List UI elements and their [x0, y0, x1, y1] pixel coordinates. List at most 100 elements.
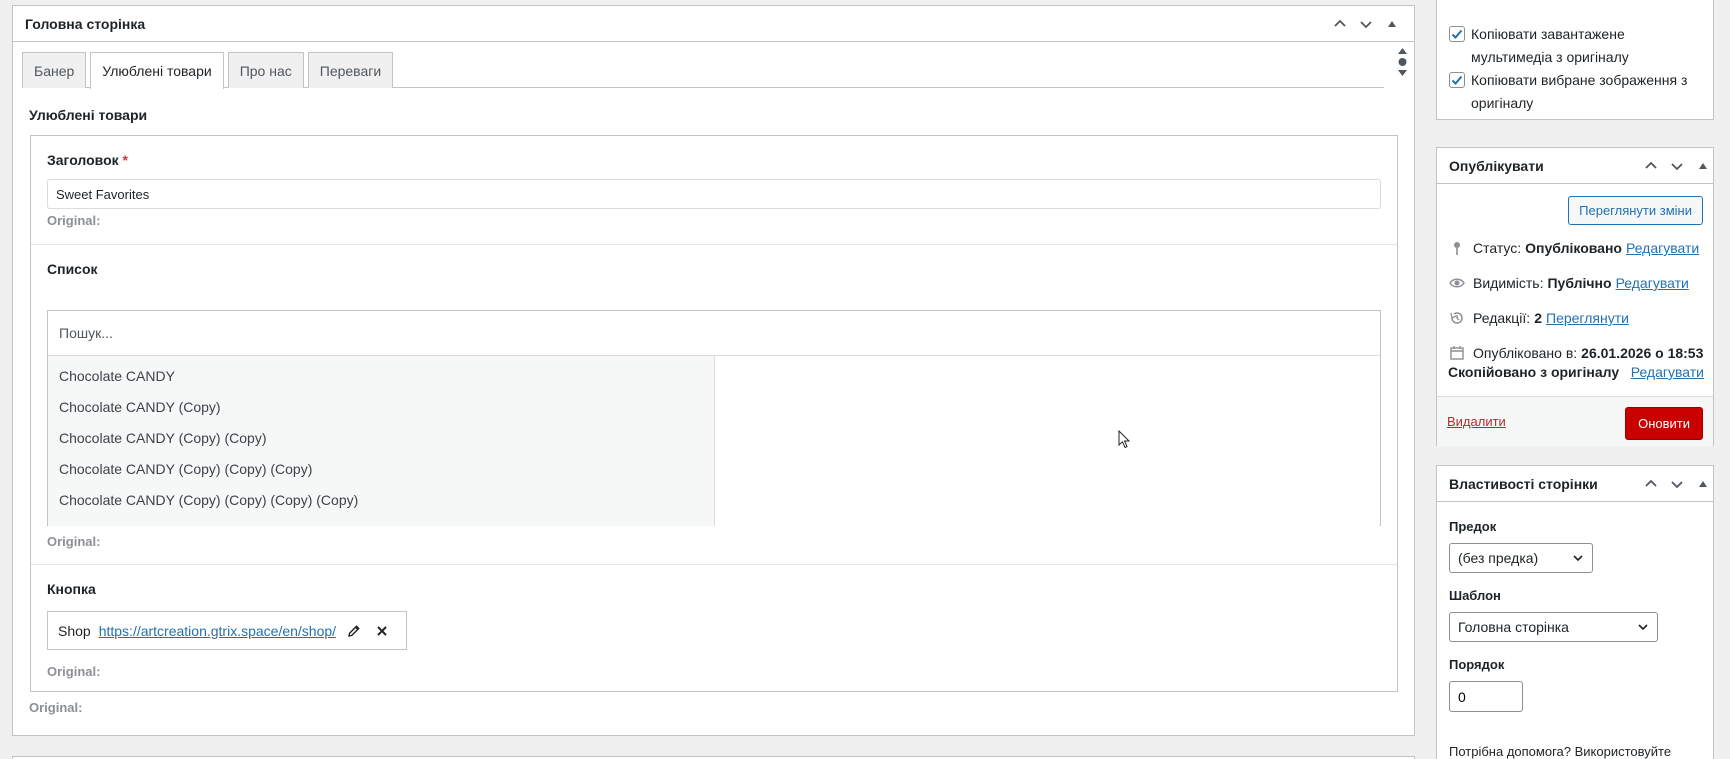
- template-label: Шаблон: [1449, 588, 1501, 603]
- visibility-row: Видимість: Публічно Редагувати: [1447, 273, 1689, 293]
- tab-advantages[interactable]: Переваги: [307, 52, 394, 88]
- list-item[interactable]: Chocolate CANDY (Copy) (Copy): [48, 423, 714, 454]
- move-up-icon[interactable]: [1330, 14, 1350, 34]
- selected-values-list[interactable]: [715, 356, 1380, 526]
- metabox-handle-actions: [1330, 14, 1402, 34]
- page-attributes-handle-actions: [1641, 474, 1713, 494]
- scroll-thumb-icon: [1398, 58, 1406, 66]
- history-icon: [1447, 308, 1467, 328]
- status-label: Статус:: [1473, 240, 1522, 256]
- button-field-label: Кнопка: [47, 581, 96, 597]
- collapse-toggle-icon[interactable]: [1693, 474, 1713, 494]
- tab-banner[interactable]: Банер: [22, 52, 87, 88]
- help-text: Потрібна допомога? Використовуйте вкладк…: [1449, 744, 1672, 759]
- list-item[interactable]: Chocolate CANDY (Copy) (Copy) (Copy) (Co…: [48, 485, 714, 516]
- eye-icon: [1447, 273, 1467, 293]
- metabox-header: Головна сторінка: [13, 6, 1414, 42]
- title-label-text: Заголовок: [47, 152, 119, 168]
- tab-bar: Банер Улюблені товари Про нас Переваги: [22, 52, 1384, 89]
- remove-link-icon[interactable]: [372, 621, 392, 641]
- move-up-icon[interactable]: [1641, 474, 1661, 494]
- update-button[interactable]: Оновити: [1625, 407, 1703, 440]
- template-select[interactable]: Головна сторінка: [1449, 612, 1658, 642]
- edit-pencil-icon[interactable]: [344, 621, 364, 641]
- calendar-icon: [1447, 343, 1467, 363]
- revisions-browse-link[interactable]: Переглянути: [1546, 310, 1629, 326]
- checkmark-icon: [1451, 75, 1463, 85]
- chevron-down-icon: [1638, 624, 1648, 631]
- copy-featured-label: Копіювати вибране зображення з оригіналу: [1471, 72, 1688, 111]
- publish-actions: Видалити Оновити: [1437, 396, 1713, 446]
- published-label: Опубліковано в:: [1473, 345, 1578, 361]
- tab-about-us[interactable]: Про нас: [227, 52, 304, 88]
- checkmark-icon: [1451, 29, 1463, 39]
- move-down-icon[interactable]: [1356, 14, 1376, 34]
- list-item[interactable]: Chocolate CANDY: [48, 361, 714, 392]
- published-value: 26.01.2026 о 18:53: [1581, 345, 1704, 361]
- copy-featured-option[interactable]: Копіювати вибране зображення з оригіналу: [1449, 69, 1699, 115]
- list-field-label: Список: [47, 261, 98, 277]
- metabox-title: Головна сторінка: [25, 15, 146, 32]
- required-mark: *: [122, 152, 128, 168]
- copied-row: Скопійовано з оригіналу Редагувати: [1448, 364, 1704, 380]
- copy-options-box: Копіювати завантажене мультимедіа з ориг…: [1436, 0, 1714, 120]
- divider: [31, 244, 1397, 245]
- published-date-row: Опубліковано в: 26.01.2026 о 18:53: [1447, 343, 1707, 363]
- divider: [31, 564, 1397, 565]
- section-title: Улюблені товари: [29, 107, 148, 123]
- order-label: Порядок: [1449, 657, 1505, 672]
- copy-featured-checkbox[interactable]: [1449, 72, 1465, 88]
- visibility-edit-link[interactable]: Редагувати: [1616, 275, 1689, 291]
- visibility-value: Публічно: [1547, 275, 1612, 291]
- title-input[interactable]: [47, 179, 1381, 209]
- link-title: Shop: [58, 622, 91, 639]
- status-value: Опубліковано: [1525, 240, 1622, 256]
- button-original: Original:: [47, 664, 101, 679]
- collapse-toggle-icon[interactable]: [1382, 14, 1402, 34]
- visibility-label: Видимість:: [1473, 275, 1544, 291]
- title-original: Original:: [47, 213, 101, 228]
- title-field-label: Заголовок *: [47, 152, 128, 168]
- delete-link[interactable]: Видалити: [1447, 414, 1506, 429]
- list-original: Original:: [47, 534, 101, 549]
- revisions-label: Редакції:: [1473, 310, 1531, 326]
- revisions-row: Редакції: 2 Переглянути: [1447, 308, 1629, 328]
- chevron-down-icon: [1573, 555, 1583, 562]
- parent-label: Предок: [1449, 519, 1497, 534]
- publish-handle-actions: [1641, 156, 1713, 176]
- collapse-toggle-icon[interactable]: [1693, 156, 1713, 176]
- publish-title: Опублікувати: [1449, 157, 1544, 174]
- acf-metabox: Головна сторінка Банер Улюблені товари П…: [12, 5, 1415, 736]
- page-attributes-title: Властивості сторінки: [1449, 475, 1598, 492]
- relationship-search-input[interactable]: Пошук...: [48, 311, 1380, 356]
- template-select-value: Головна сторінка: [1458, 619, 1569, 635]
- page-attributes-header: Властивості сторінки: [1437, 466, 1713, 502]
- move-up-icon[interactable]: [1641, 156, 1661, 176]
- parent-select[interactable]: (без предка): [1449, 543, 1593, 573]
- list-item[interactable]: Chocolate CANDY (Copy) (Copy) (Copy): [48, 454, 714, 485]
- relationship-field: Пошук... Chocolate CANDY Chocolate CANDY…: [47, 310, 1381, 526]
- scroll-down-icon: [1397, 70, 1407, 76]
- group-field: Заголовок * Original: Список Пошук... Ch…: [30, 135, 1398, 692]
- revisions-value: 2: [1534, 310, 1542, 326]
- move-down-icon[interactable]: [1667, 474, 1687, 494]
- preview-changes-button[interactable]: Переглянути зміни: [1568, 196, 1703, 225]
- copied-label: Скопійовано з оригіналу: [1448, 364, 1620, 380]
- copied-edit-link[interactable]: Редагувати: [1631, 364, 1704, 380]
- order-input[interactable]: [1449, 681, 1523, 712]
- link-field: Shop https://artcreation.gtrix.space/en/…: [47, 611, 407, 650]
- move-down-icon[interactable]: [1667, 156, 1687, 176]
- choices-list: Chocolate CANDY Chocolate CANDY (Copy) C…: [48, 356, 715, 526]
- copy-media-checkbox[interactable]: [1449, 26, 1465, 42]
- tab-favorite-products[interactable]: Улюблені товари: [90, 52, 224, 89]
- scroll-up-icon: [1397, 48, 1407, 54]
- page-attributes-box: Властивості сторінки Предок (без предка)…: [1436, 465, 1714, 759]
- copy-media-label: Копіювати завантажене мультимедіа з ориг…: [1471, 26, 1629, 65]
- publish-box: Опублікувати Переглянути зміни Статус: О…: [1436, 147, 1714, 446]
- status-edit-link[interactable]: Редагувати: [1626, 240, 1699, 256]
- pin-icon: [1447, 238, 1467, 258]
- link-url[interactable]: https://artcreation.gtrix.space/en/shop/: [99, 623, 336, 639]
- copy-media-option[interactable]: Копіювати завантажене мультимедіа з ориг…: [1449, 23, 1699, 69]
- list-item[interactable]: Chocolate CANDY (Copy): [48, 392, 714, 423]
- scroll-arrows[interactable]: [1396, 46, 1408, 78]
